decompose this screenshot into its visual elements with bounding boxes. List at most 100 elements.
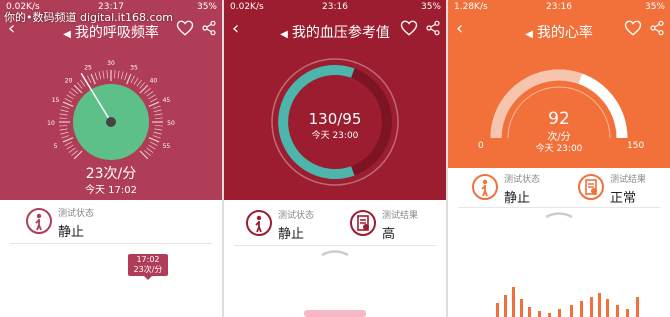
result-value: 高 <box>382 227 396 242</box>
chart-tooltip: 17:02 23次/分 <box>128 254 168 280</box>
test-state: 测试状态 静止 <box>472 172 572 206</box>
result-label: 测试结果 <box>382 211 419 221</box>
drag-handle[interactable] <box>544 210 574 218</box>
gauge-tick <box>59 113 68 116</box>
gauge-tick <box>98 71 102 80</box>
gauge-tick <box>76 82 83 89</box>
state-label: 测试状态 <box>278 211 315 221</box>
tooltip-value: 23次/分 <box>133 265 163 274</box>
gauge-tick <box>68 91 76 97</box>
state-value: 静止 <box>504 191 531 206</box>
heart-rate-bar <box>626 309 629 317</box>
gauge-tick <box>153 131 162 135</box>
play-icon: ◀ <box>525 29 533 40</box>
gauge-tick <box>59 125 68 127</box>
gauge-tick <box>154 125 163 127</box>
standing-person-icon <box>26 208 52 234</box>
gauge-tick <box>64 141 72 146</box>
gauge-tick <box>148 94 156 100</box>
info-row: 测试状态 静止 测试结果 高 <box>224 204 446 244</box>
gauge-tick <box>102 70 105 79</box>
page-title-text: 我的心率 <box>536 25 593 41</box>
gauge-tick <box>62 137 74 143</box>
gauge-tick <box>106 70 108 79</box>
gauge-tick-label: 15 <box>52 97 60 104</box>
gauge-tick <box>146 91 154 97</box>
gauge-tick <box>80 79 86 87</box>
gauge-tick <box>120 71 124 80</box>
heart-icon[interactable] <box>400 19 418 37</box>
heart-rate-bar <box>570 305 573 317</box>
heart-rate-bar <box>504 295 507 317</box>
watermark: 你的•数码频道 digital.it168.com <box>4 11 174 24</box>
gauge-tick <box>152 105 161 109</box>
heart-rate-bar <box>606 299 609 317</box>
gauge-tick <box>154 117 163 119</box>
gauge-tick <box>136 79 142 87</box>
breathing-value: 23次/分 <box>85 166 137 182</box>
measure-time: 今天 23:00 <box>311 131 359 141</box>
gauge-tick <box>66 144 74 150</box>
heart-rate-bar <box>616 305 619 317</box>
heart-rate-bar <box>598 293 601 317</box>
breathing-rate-screen: 0.02K/s 23:17 35% ‹ ◀我的呼吸频率 051015202530… <box>0 0 222 317</box>
gauge-tick <box>90 73 96 85</box>
battery-level: 35% <box>196 2 217 12</box>
share-icon[interactable] <box>649 20 665 36</box>
gauge-tick <box>61 105 70 109</box>
test-result: 测试结果 高 <box>350 208 440 242</box>
gauge-tick <box>62 101 74 107</box>
state-value: 静止 <box>58 225 85 240</box>
gauge-tick <box>144 150 151 157</box>
heart-rate-bar <box>580 301 583 317</box>
title-bar: ‹ ◀ 我的血压参考值 <box>224 15 446 45</box>
divider-line <box>234 245 436 246</box>
gauge-tick <box>60 109 69 113</box>
tooltip-time: 17:02 <box>136 255 160 264</box>
drag-handle[interactable] <box>320 248 350 256</box>
page-title-text: 我的血压参考值 <box>291 25 390 41</box>
report-icon <box>350 210 376 236</box>
gauge-tick-label: 20 <box>65 78 73 85</box>
breathing-gauge: 051015202530354045505560 <box>47 60 175 163</box>
heart-icon[interactable] <box>176 19 194 37</box>
standing-person-icon <box>472 174 498 200</box>
heart-rate-bar <box>520 299 523 317</box>
gauge-tick <box>148 144 156 150</box>
heart-rate-bar <box>538 311 541 317</box>
heart-rate-bars <box>496 287 639 317</box>
gauge-tick-label: 35 <box>130 65 138 72</box>
scale-max: 150 <box>627 141 645 151</box>
gauge-tick <box>71 87 78 94</box>
gauge-tick <box>130 75 135 83</box>
blood-pressure-screen: 0.02K/s 23:16 35% ‹ ◀ 我的血压参考值 130/95 今天 2… <box>224 0 446 317</box>
measure-time: 今天 17:02 <box>85 185 137 196</box>
pressure-value: 130/95 <box>308 110 362 128</box>
heart-rate-bar <box>558 309 561 317</box>
gauge-tick <box>148 101 160 107</box>
info-row: 测试状态 静止 测试结果 正常 <box>448 168 670 208</box>
state-value: 静止 <box>278 227 305 242</box>
gauge-tick <box>148 137 160 143</box>
gauge-tick <box>126 73 132 85</box>
gauge-tick <box>68 147 76 153</box>
heart-icon[interactable] <box>624 19 642 37</box>
heart-rate-screen: 1.28K/s 23:16 35% ‹ ◀ 我的心率 92 次/分 今天 23:0… <box>448 0 670 317</box>
gauge-tick-label: 40 <box>150 78 158 85</box>
gauge-tick <box>114 70 116 79</box>
share-icon[interactable] <box>201 20 217 36</box>
needle-hub <box>106 117 116 127</box>
gauge-tick <box>117 70 120 79</box>
gauge-tick <box>154 113 163 116</box>
gauge-tick-label: 55 <box>163 143 171 150</box>
state-label: 测试状态 <box>504 175 541 185</box>
play-icon: ◀ <box>280 29 288 40</box>
gauge-tick <box>133 77 139 85</box>
play-icon: ◀ <box>63 29 71 40</box>
gauge-tick-label: 25 <box>84 65 92 72</box>
state-label: 测试状态 <box>58 209 95 219</box>
gauge-tick <box>59 128 68 131</box>
share-icon[interactable] <box>425 20 441 36</box>
heart-rate-bar <box>636 297 639 317</box>
scale-min: 0 <box>478 141 484 151</box>
